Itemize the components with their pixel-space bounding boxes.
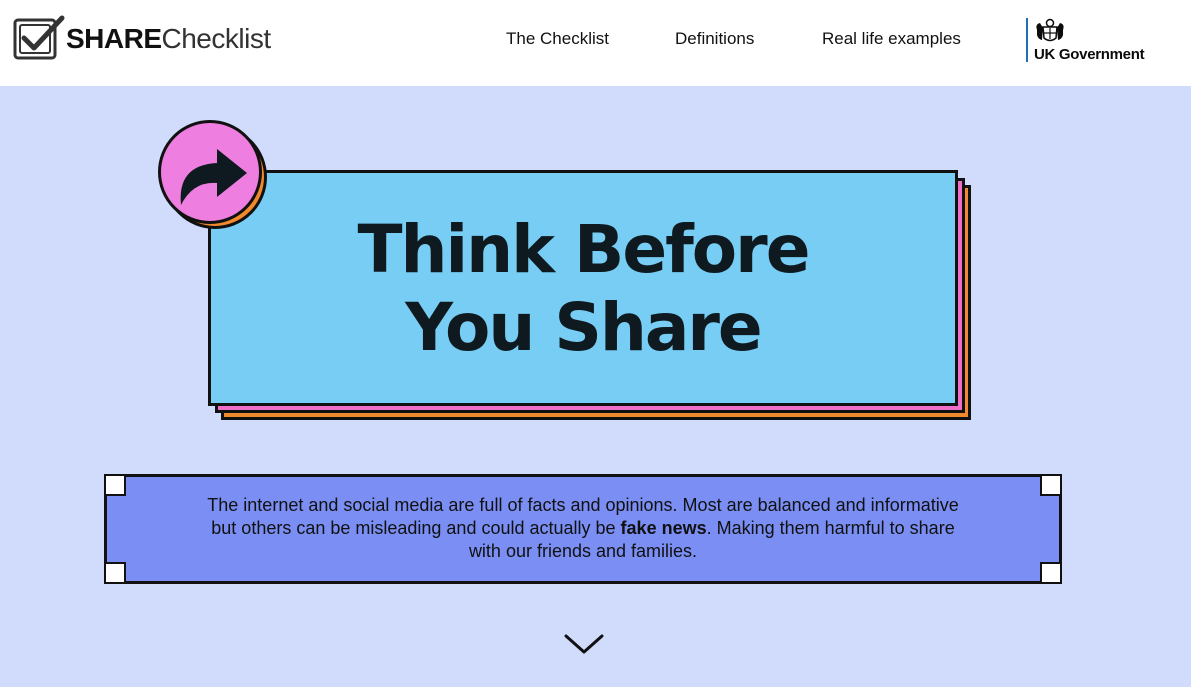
logo-share-text: SHARE (66, 23, 162, 54)
hero-title: Think Before You Share (211, 211, 955, 367)
intro-paragraph: The internet and social media are full o… (197, 494, 969, 563)
nav-real-life-examples[interactable]: Real life examples (822, 29, 961, 49)
share-arrow-icon (180, 149, 247, 205)
corner-handle-bottom-left (104, 562, 126, 584)
gov-label: UK Government (1034, 46, 1145, 63)
hero-banner: Think Before You Share (158, 120, 978, 430)
hero-card: Think Before You Share (208, 170, 958, 406)
intro-emphasis: fake news (620, 518, 707, 538)
uk-government-logo[interactable]: UK Government (1026, 18, 1176, 64)
hero-title-line-2: You Share (405, 289, 762, 366)
logo-checklist-text: Checklist (161, 23, 272, 54)
share-badge (158, 120, 270, 232)
intro-panel: The internet and social media are full o… (104, 474, 1062, 584)
corner-handle-top-left (104, 474, 126, 496)
share-badge-circle (158, 120, 262, 224)
chevron-down-icon (564, 634, 604, 654)
corner-handle-bottom-right (1040, 562, 1062, 584)
site-header: SHAREChecklist The Checklist Definitions… (0, 0, 1191, 86)
royal-crest-icon (1036, 18, 1064, 42)
gov-divider (1026, 18, 1028, 62)
scroll-down-button[interactable] (562, 630, 606, 658)
hero-title-line-1: Think Before (357, 211, 811, 288)
checkbox-icon (13, 15, 65, 60)
nav-the-checklist[interactable]: The Checklist (506, 29, 609, 49)
share-checklist-logo[interactable]: SHAREChecklist (12, 14, 271, 62)
nav-definitions[interactable]: Definitions (675, 29, 754, 49)
corner-handle-top-right (1040, 474, 1062, 496)
logo-wordmark: SHAREChecklist (66, 23, 271, 55)
